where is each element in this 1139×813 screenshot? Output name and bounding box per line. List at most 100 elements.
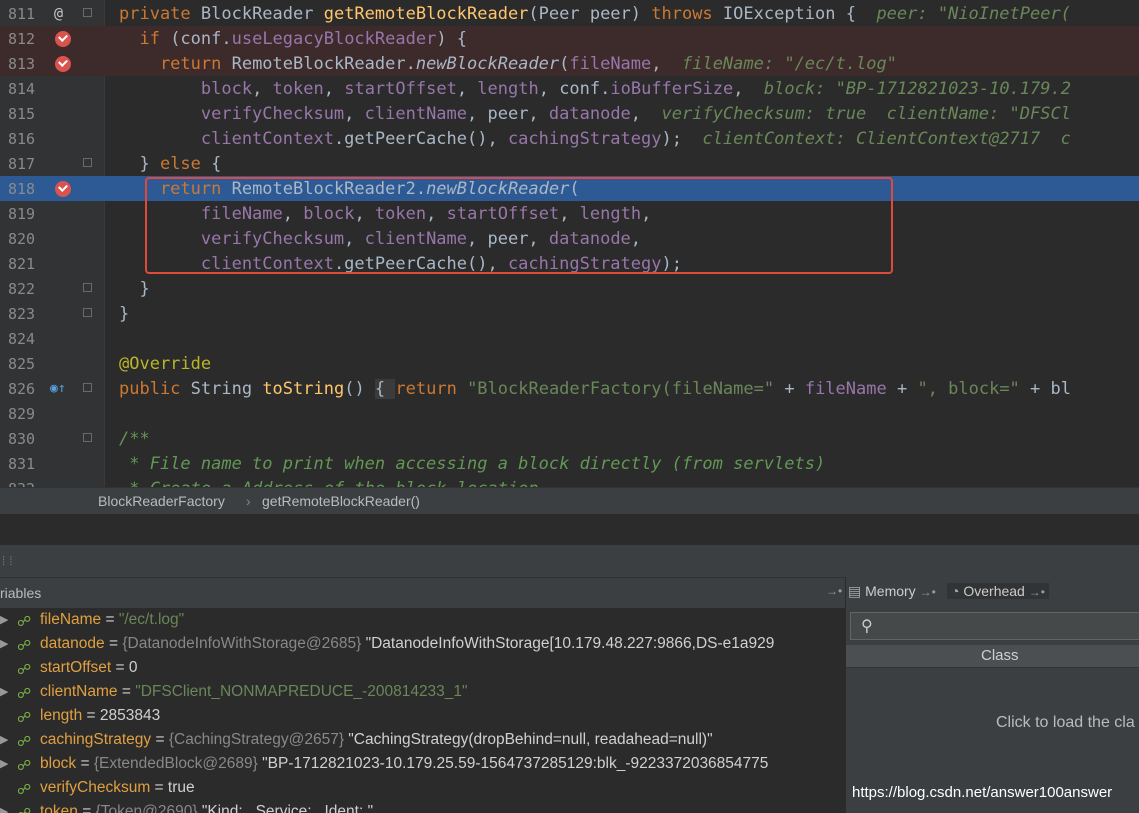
code-text[interactable]: clientContext.getPeerCache(), cachingStr… xyxy=(119,253,682,275)
code-line[interactable]: 826 ◉↑ public String toString() { return "… xyxy=(0,376,1139,401)
line-number[interactable]: 830 xyxy=(8,430,44,448)
expand-arrow-icon[interactable]: ▶ xyxy=(0,637,8,650)
fold-toggle-icon[interactable] xyxy=(83,283,92,292)
line-number[interactable]: 829 xyxy=(8,405,44,423)
code-text[interactable]: verifyChecksum, clientName, peer, datano… xyxy=(119,228,641,250)
line-number[interactable]: 811 xyxy=(8,5,44,23)
variable-row[interactable]: ▶ ☍ datanode = {DatanodeInfoWithStorage@26… xyxy=(0,633,845,657)
fold-toggle-icon[interactable] xyxy=(83,308,92,317)
expand-arrow-icon[interactable]: ▶ xyxy=(0,613,8,626)
code-text[interactable]: block, token, startOffset, length, conf.… xyxy=(119,78,1071,100)
line-number[interactable]: 831 xyxy=(8,455,44,473)
line-number[interactable]: 814 xyxy=(8,80,44,98)
line-number[interactable]: 813 xyxy=(8,55,44,73)
code-text[interactable]: } else { xyxy=(119,153,221,175)
breakpoint-icon[interactable] xyxy=(55,31,71,47)
code-text[interactable]: /** xyxy=(119,428,150,450)
line-number[interactable]: 826 xyxy=(8,380,44,398)
line-number[interactable]: 816 xyxy=(8,130,44,148)
line-number[interactable]: 823 xyxy=(8,305,44,323)
code-text[interactable]: private BlockReader getRemoteBlockReader… xyxy=(119,3,1071,25)
code-text[interactable]: return RemoteBlockReader2.newBlockReader… xyxy=(119,178,580,200)
class-search-input[interactable]: ⚲ xyxy=(850,612,1139,640)
code-line[interactable]: 821 clientContext.getPeerCache(), cachin… xyxy=(0,251,1139,276)
tab-memory-pin-icon[interactable]: →• xyxy=(920,585,936,599)
variable-row[interactable]: ▶ ☍ clientName = "DFSClient_NONMAPREDUCE_-… xyxy=(0,681,845,705)
click-to-load-link[interactable]: Click to load the cla xyxy=(996,714,1135,732)
code-line[interactable]: 822 } xyxy=(0,276,1139,301)
expand-arrow-icon[interactable]: ▶ xyxy=(0,805,8,813)
fold-toggle-icon[interactable] xyxy=(83,383,92,392)
tab-memory[interactable]: ▤ Memory →• xyxy=(848,583,936,600)
code-line[interactable]: 811 @ private BlockReader getRemoteBlockRe… xyxy=(0,1,1139,26)
variable-row[interactable]: ▶ ☍ token = {Token@2690} "Kind: , Service:… xyxy=(0,801,845,813)
code-line[interactable]: 832 * Create a Address of the block loca… xyxy=(0,476,1139,487)
line-number[interactable]: 821 xyxy=(8,255,44,273)
code-line[interactable]: 820 verifyChecksum, clientName, peer, da… xyxy=(0,226,1139,251)
line-number[interactable]: 832 xyxy=(8,480,44,487)
line-number[interactable]: 818 xyxy=(8,180,44,198)
code-line[interactable]: 816 clientContext.getPeerCache(), cachin… xyxy=(0,126,1139,151)
code-text[interactable]: * Create a Address of the block location xyxy=(119,478,538,487)
code-token: @Override xyxy=(119,354,212,374)
code-line[interactable]: 812 if (conf.useLegacyBlockReader) { xyxy=(0,26,1139,51)
code-text[interactable]: } xyxy=(119,278,149,300)
variable-row[interactable]: ☍ verifyChecksum = true xyxy=(0,777,845,801)
code-text[interactable]: @Override xyxy=(119,353,211,375)
code-editor[interactable]: 811 @ private BlockReader getRemoteBlockRe… xyxy=(0,0,1139,487)
code-line[interactable]: 831 * File name to print when accessing … xyxy=(0,451,1139,476)
annotation-marker-icon[interactable]: @ xyxy=(54,4,70,22)
memory-panel: ▤ Memory →• ◔ Overhead →• ⚲ Class Click … xyxy=(845,577,1139,813)
drag-handle-icon[interactable]: ⁞⁞ xyxy=(0,554,14,569)
variable-row[interactable]: ☍ length = 2853843 xyxy=(0,705,845,729)
code-text[interactable]: if (conf.useLegacyBlockReader) { xyxy=(119,28,467,50)
variables-list[interactable]: ▶ ☍ fileName = "/ec/t.log" ▶ ☍ datanode = {Da… xyxy=(0,608,845,813)
tab-overhead-pin-icon[interactable]: →• xyxy=(1029,585,1045,599)
fold-toggle-icon[interactable] xyxy=(83,8,92,17)
code-line[interactable]: 813 return RemoteBlockReader.newBlockRea… xyxy=(0,51,1139,76)
code-text[interactable]: verifyChecksum, clientName, peer, datano… xyxy=(119,103,1071,125)
variables-pin-icon[interactable]: →• xyxy=(826,584,842,598)
variable-row[interactable]: ▶ ☍ block = {ExtendedBlock@2689} "BP-17128… xyxy=(0,753,845,777)
variable-row[interactable]: ▶ ☍ fileName = "/ec/t.log" xyxy=(0,609,845,633)
variable-row[interactable]: ☍ startOffset = 0 xyxy=(0,657,845,681)
code-line[interactable]: 817 } else { xyxy=(0,151,1139,176)
breadcrumb-class[interactable]: BlockReaderFactory xyxy=(98,493,225,509)
override-marker-icon[interactable]: ◉↑ xyxy=(50,381,72,397)
breakpoint-icon[interactable] xyxy=(55,56,71,72)
variable-row[interactable]: ▶ ☍ cachingStrategy = {CachingStrategy@265… xyxy=(0,729,845,753)
expand-arrow-icon[interactable]: ▶ xyxy=(0,733,8,746)
breakpoint-icon[interactable] xyxy=(55,181,71,197)
class-column-header[interactable]: Class xyxy=(846,645,1139,668)
code-line[interactable]: 814 block, token, startOffset, length, c… xyxy=(0,76,1139,101)
line-number[interactable]: 819 xyxy=(8,205,44,223)
code-token: toString xyxy=(262,379,345,399)
breadcrumb-method[interactable]: getRemoteBlockReader() xyxy=(262,493,420,509)
line-number[interactable]: 817 xyxy=(8,155,44,173)
code-text[interactable]: clientContext.getPeerCache(), cachingStr… xyxy=(119,128,1071,150)
code-line[interactable]: 815 verifyChecksum, clientName, peer, da… xyxy=(0,101,1139,126)
code-line[interactable]: 829 xyxy=(0,401,1139,426)
code-line[interactable]: 825 @Override xyxy=(0,351,1139,376)
expand-arrow-icon[interactable]: ▶ xyxy=(0,757,8,770)
code-text[interactable]: } xyxy=(119,303,129,325)
tab-overhead[interactable]: ◔ Overhead →• xyxy=(947,583,1049,599)
code-text[interactable]: return RemoteBlockReader.newBlockReader(… xyxy=(119,53,897,75)
line-number[interactable]: 820 xyxy=(8,230,44,248)
fold-toggle-icon[interactable] xyxy=(83,158,92,167)
code-line[interactable]: 830 /** xyxy=(0,426,1139,451)
line-number[interactable]: 824 xyxy=(8,330,44,348)
line-number[interactable]: 822 xyxy=(8,280,44,298)
code-line[interactable]: 818 return RemoteBlockReader2.newBlockRe… xyxy=(0,176,1139,201)
line-number[interactable]: 812 xyxy=(8,30,44,48)
code-line[interactable]: 824 xyxy=(0,326,1139,351)
expand-arrow-icon[interactable]: ▶ xyxy=(0,685,8,698)
code-text[interactable]: * File name to print when accessing a bl… xyxy=(119,453,825,475)
line-number[interactable]: 815 xyxy=(8,105,44,123)
code-line[interactable]: 823} xyxy=(0,301,1139,326)
code-text[interactable]: fileName, block, token, startOffset, len… xyxy=(119,203,651,225)
line-number[interactable]: 825 xyxy=(8,355,44,373)
code-text[interactable]: public String toString() { return "Block… xyxy=(119,378,1071,400)
fold-toggle-icon[interactable] xyxy=(83,433,92,442)
code-line[interactable]: 819 fileName, block, token, startOffset,… xyxy=(0,201,1139,226)
